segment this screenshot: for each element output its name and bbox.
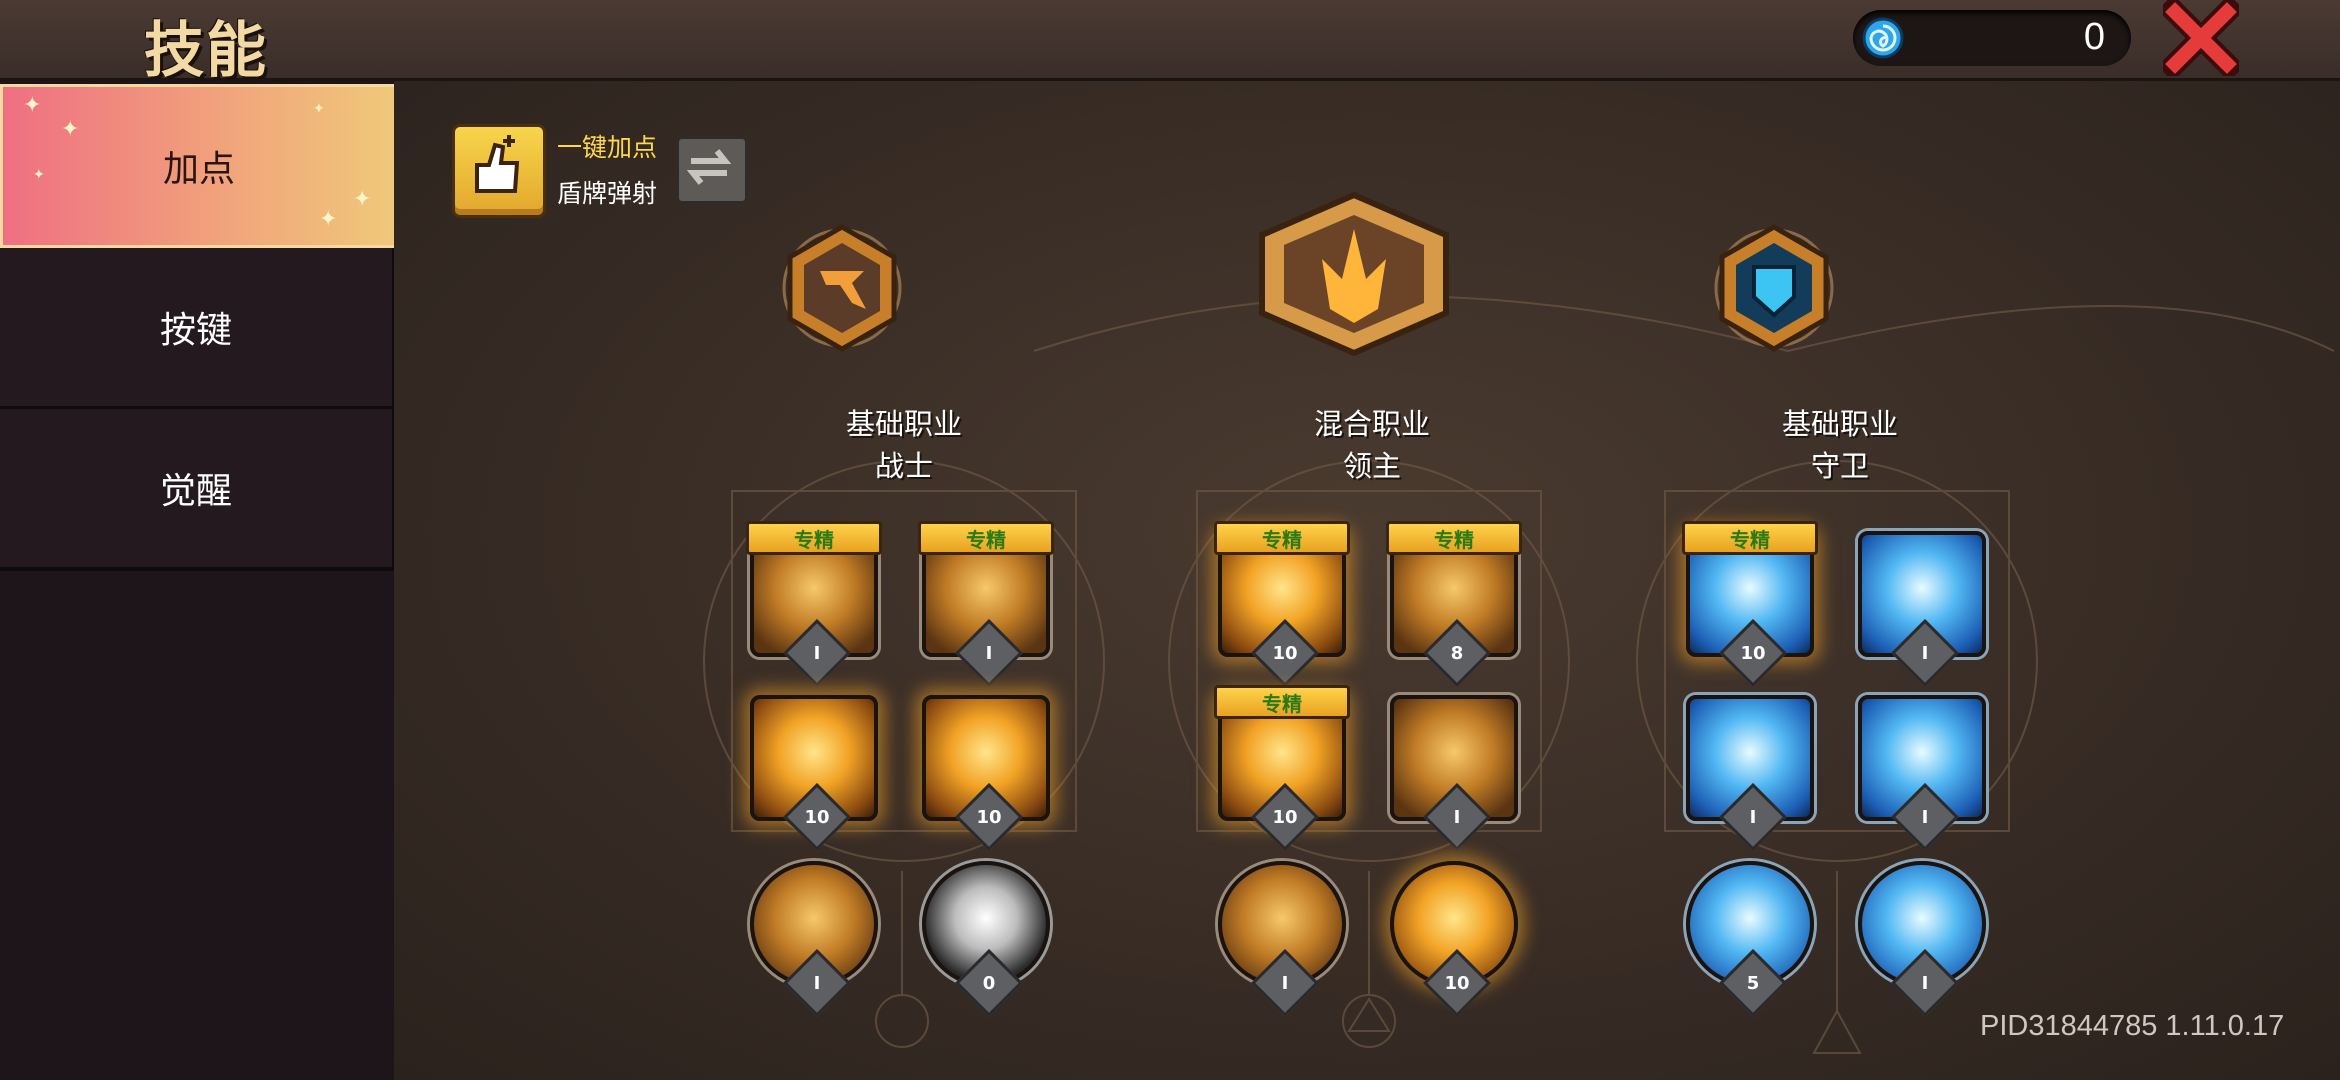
swirl-gem-icon (1862, 17, 1904, 59)
mastery-tag: 专精 (1214, 521, 1350, 555)
skill-tree-panel: 基础职业 战士 混合职业 领主 基础职业 守卫 专精 Ⅰ 专精 Ⅰ 10 10 … (394, 81, 2340, 1080)
warrior-skill-1[interactable]: 专精 Ⅰ (746, 521, 882, 687)
skill-level: Ⅰ (813, 972, 821, 994)
warrior-emblem-icon (782, 224, 902, 352)
close-icon[interactable] (2163, 0, 2239, 76)
skill-level: Ⅰ (985, 642, 993, 664)
auto-assign-button[interactable] (452, 124, 546, 218)
guard-skill-5[interactable]: 5 (1682, 857, 1818, 1017)
warrior-skill-2[interactable]: 专精 Ⅰ (918, 521, 1054, 687)
lord-skill-2[interactable]: 专精 8 (1386, 521, 1522, 687)
skill-level: 10 (804, 806, 830, 828)
mastery-tag: 专精 (1214, 685, 1350, 719)
guard-skill-3[interactable]: Ⅰ (1682, 691, 1818, 851)
page-title: 技能 (144, 16, 268, 86)
skill-level: 0 (982, 972, 996, 994)
tab-label: 觉醒 (159, 471, 232, 512)
mastery-tag: 专精 (746, 521, 882, 555)
lord-skill-1[interactable]: 专精 10 (1214, 521, 1350, 687)
warrior-skill-3[interactable]: 10 (746, 691, 882, 851)
skill-level: Ⅰ (1281, 972, 1289, 994)
skill-level: Ⅰ (813, 642, 821, 664)
skill-level: 10 (976, 806, 1002, 828)
warrior-skill-4[interactable]: 10 (918, 691, 1054, 851)
lord-skill-6[interactable]: 10 (1386, 857, 1522, 1017)
tab-label: 按键 (159, 310, 232, 351)
skill-level: Ⅰ (1921, 806, 1929, 828)
class-type-warrior: 基础职业 (845, 407, 962, 441)
skill-level: Ⅰ (1453, 806, 1461, 828)
tab-awaken[interactable]: 觉醒 (0, 409, 394, 571)
skill-level: 10 (1272, 642, 1298, 664)
currency-value: 0 (2083, 16, 2105, 58)
top-bar: 技能 0 (0, 0, 2340, 86)
skill-level: Ⅰ (1921, 642, 1929, 664)
class-type-lord: 混合职业 (1313, 407, 1430, 441)
class-type-guard: 基础职业 (1781, 407, 1898, 441)
mastery-tag: 专精 (1386, 521, 1522, 555)
skill-level: Ⅰ (1921, 972, 1929, 994)
skill-level: 5 (1746, 972, 1760, 994)
warrior-skill-5[interactable]: Ⅰ (746, 857, 882, 1017)
skill-level: 10 (1272, 806, 1298, 828)
lord-skill-5[interactable]: Ⅰ (1214, 857, 1350, 1017)
guard-skill-2[interactable]: Ⅰ (1854, 527, 1990, 687)
skill-level: 10 (1444, 972, 1470, 994)
class-name-warrior: 战士 (874, 449, 933, 483)
skill-level: 8 (1450, 642, 1464, 664)
lord-skill-3[interactable]: 专精 10 (1214, 685, 1350, 851)
sidebar: ✦ ✦ ✦ ✦ ✦ ✦ 加点 按键 觉醒 (0, 81, 398, 1080)
swap-button[interactable] (676, 136, 748, 204)
class-name-guard: 守卫 (1810, 449, 1869, 483)
thumbs-up-icon (475, 135, 520, 193)
guard-skill-6[interactable]: Ⅰ (1854, 857, 1990, 1017)
lord-emblem-icon (1259, 191, 1449, 357)
mastery-tag: 专精 (918, 521, 1054, 555)
guard-skill-1[interactable]: 专精 10 (1682, 521, 1818, 687)
currency-display: 0 (1853, 10, 2131, 66)
skill-level: Ⅰ (1749, 806, 1757, 828)
mastery-tag: 专精 (1682, 521, 1818, 555)
lord-skill-4[interactable]: Ⅰ (1386, 691, 1522, 851)
auto-assign-label: 一键加点 (557, 133, 658, 162)
skill-level: 10 (1740, 642, 1766, 664)
class-name-lord: 领主 (1342, 449, 1401, 483)
tab-label: 加点 (162, 149, 235, 190)
guard-skill-4[interactable]: Ⅰ (1854, 691, 1990, 851)
version-text: PID31844785 1.11.0.17 (1980, 1010, 2285, 1042)
auto-assign-skill: 盾牌弹射 (557, 179, 658, 208)
tab-add-points[interactable]: ✦ ✦ ✦ ✦ ✦ ✦ 加点 (0, 84, 398, 248)
guard-emblem-icon (1714, 224, 1834, 352)
warrior-skill-6[interactable]: 0 (918, 857, 1054, 1017)
swap-arrows-icon (686, 149, 732, 185)
tab-keys[interactable]: 按键 (0, 248, 394, 410)
